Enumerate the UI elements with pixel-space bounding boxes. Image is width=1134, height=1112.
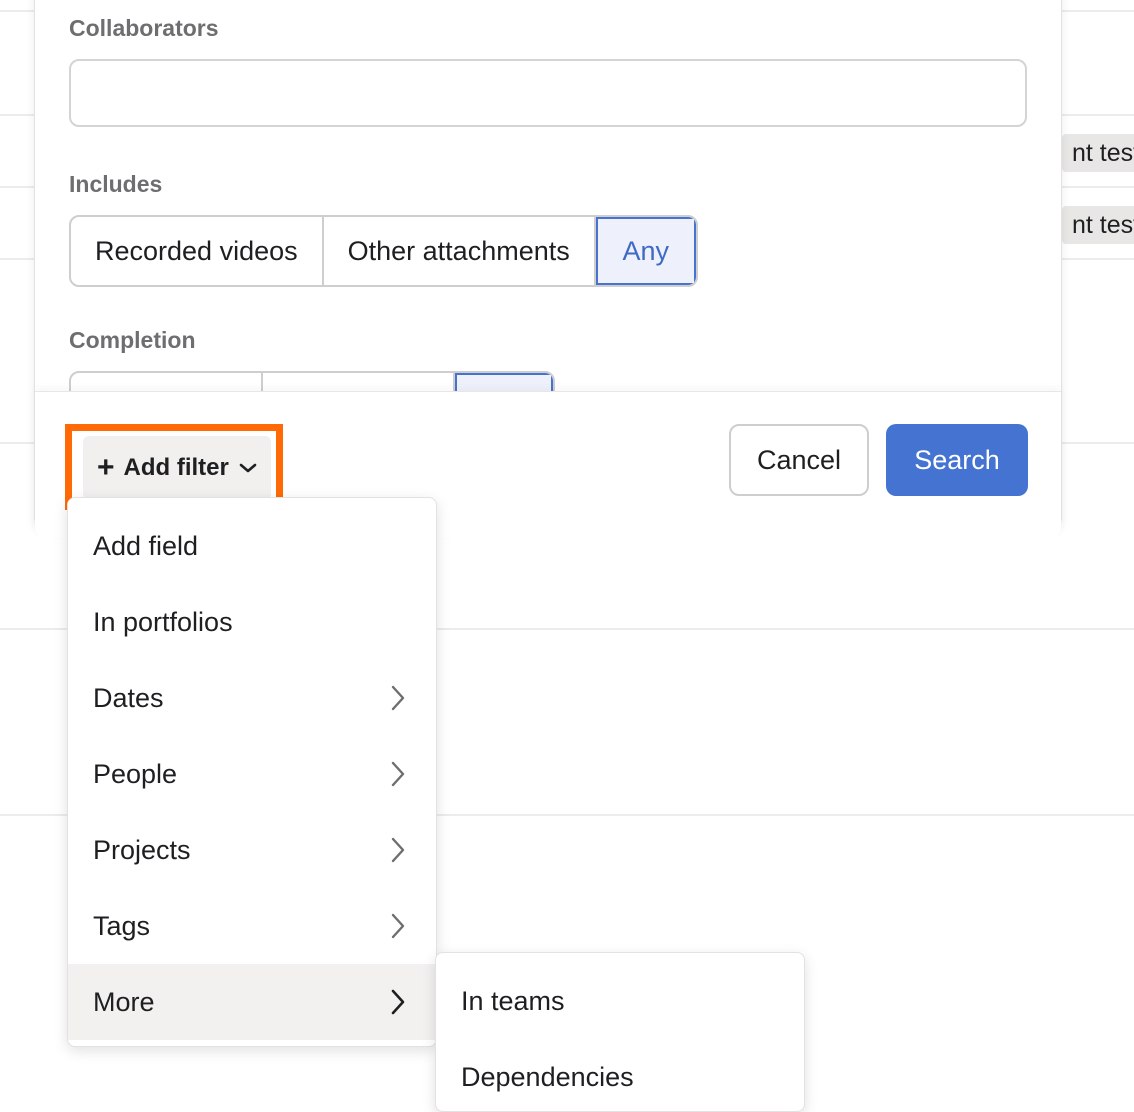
submenu-item-label: Dependencies [461, 1061, 634, 1092]
menu-item-dates[interactable]: Dates [68, 660, 436, 736]
submenu-item-label: In teams [461, 985, 565, 1016]
menu-item-label: In portfolios [93, 606, 233, 637]
chevron-right-icon [390, 684, 406, 712]
search-button[interactable]: Search [886, 424, 1028, 496]
chevron-right-icon [390, 912, 406, 940]
menu-item-label: More [93, 986, 155, 1017]
includes-label: Includes [69, 171, 163, 197]
task-tag: nt test p [1062, 134, 1134, 172]
menu-item-in-portfolios[interactable]: In portfolios [68, 584, 436, 660]
submenu-item-dependencies[interactable]: Dependencies [436, 1039, 804, 1111]
more-submenu: In teams Dependencies [435, 952, 805, 1112]
menu-item-add-field[interactable]: Add field [68, 508, 436, 584]
add-filter-menu: Add field In portfolios Dates People Pro… [67, 497, 437, 1047]
menu-item-projects[interactable]: Projects [68, 812, 436, 888]
menu-item-label: Projects [93, 834, 191, 865]
menu-item-tags[interactable]: Tags [68, 888, 436, 964]
menu-item-label: Dates [93, 682, 164, 713]
includes-option-other-attachments[interactable]: Other attachments [324, 217, 596, 285]
task-tag: nt test p [1062, 206, 1134, 244]
collaborators-input[interactable] [69, 59, 1027, 127]
collaborators-label: Collaborators [69, 15, 219, 41]
submenu-item-in-teams[interactable]: In teams [436, 963, 804, 1039]
includes-segmented-control: Recorded videos Other attachments Any [69, 215, 698, 287]
menu-item-label: Tags [93, 910, 151, 941]
menu-item-label: Add field [93, 530, 199, 561]
advanced-search-panel: Collaborators Includes Recorded videos O… [34, 0, 1062, 538]
cancel-button[interactable]: Cancel [729, 424, 869, 496]
includes-option-any[interactable]: Any [595, 217, 696, 285]
chevron-right-icon [390, 836, 406, 864]
chevron-right-icon [390, 760, 406, 788]
menu-item-more[interactable]: More [68, 964, 436, 1040]
chevron-right-icon [390, 988, 406, 1016]
completion-label: Completion [69, 327, 196, 353]
menu-item-label: People [93, 758, 178, 789]
includes-option-recorded-videos[interactable]: Recorded videos [71, 217, 324, 285]
menu-item-people[interactable]: People [68, 736, 436, 812]
